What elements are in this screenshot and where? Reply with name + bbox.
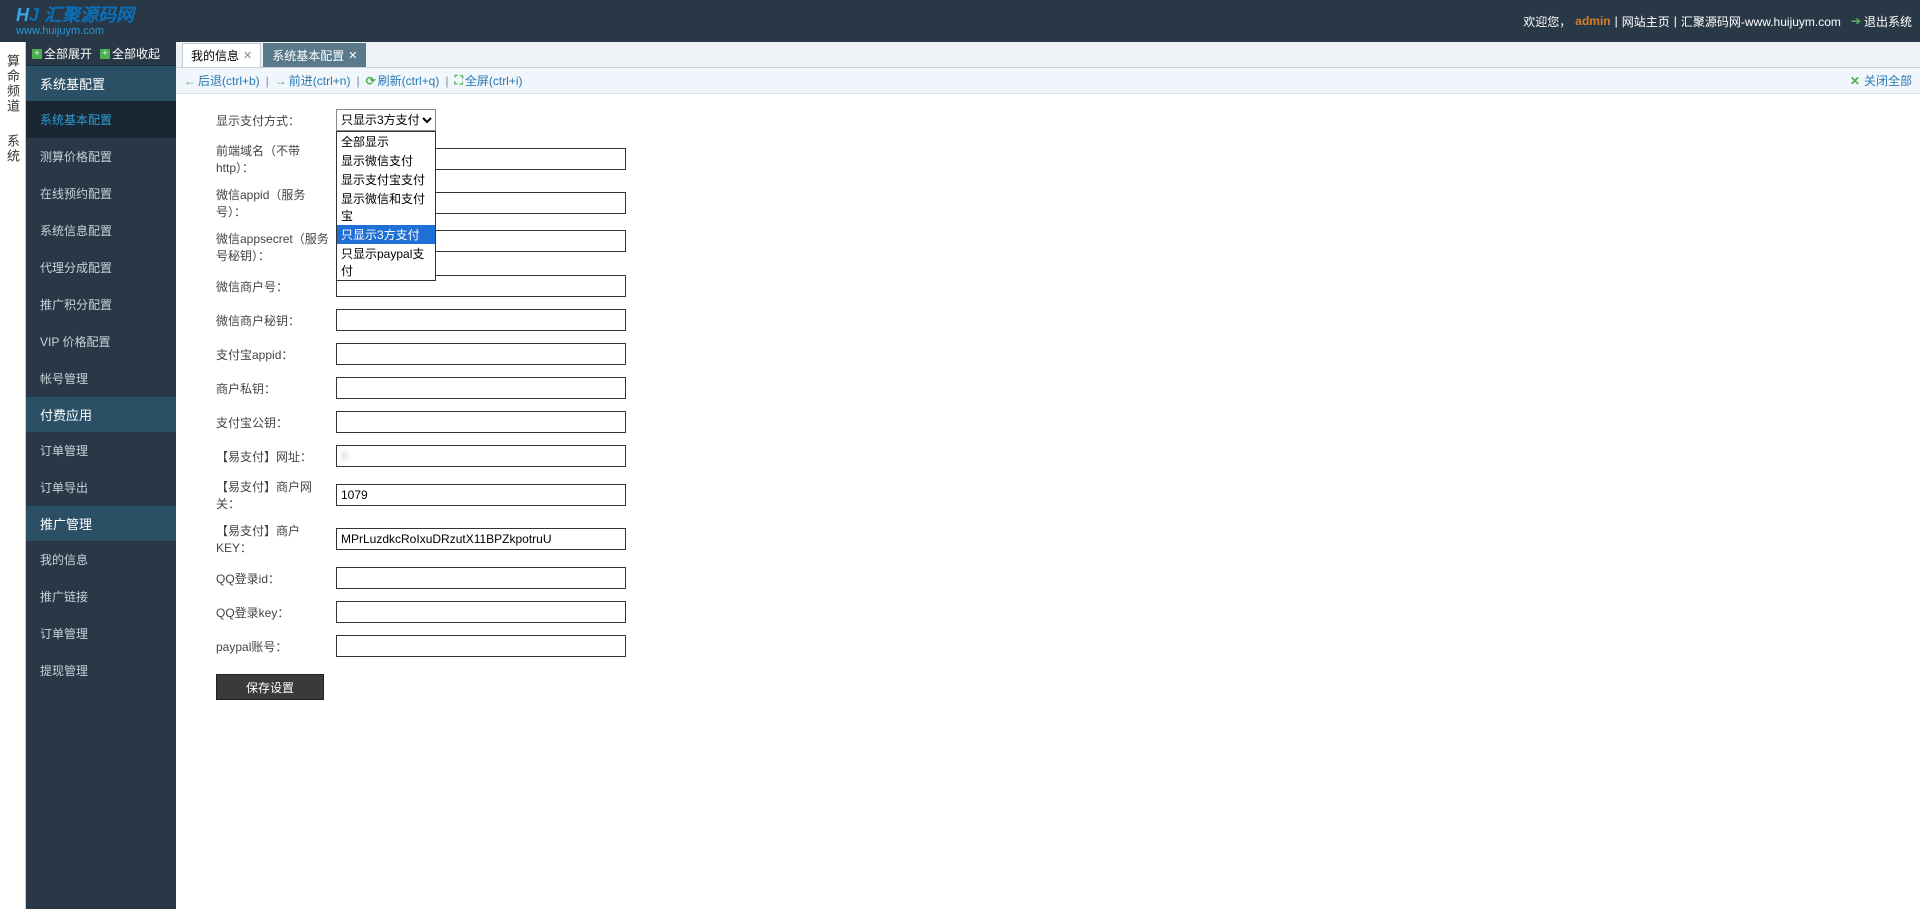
nav-section-system-config[interactable]: 系统基配置 [26, 66, 176, 101]
plus-icon: + [32, 49, 42, 59]
current-user: admin [1575, 14, 1610, 28]
label-ali-appid: 支付宝appid： [216, 346, 336, 363]
left-rail: 算命频道 系统 [0, 42, 26, 909]
label-wx-mch: 微信商户号： [216, 278, 336, 295]
sidebar-item-vip-config[interactable]: VIP 价格配置 [26, 323, 176, 360]
label-epay-url: 【易支付】网址： [216, 448, 336, 465]
forward-button[interactable]: →前进(ctrl+n) [275, 72, 351, 89]
qq-key-input[interactable] [336, 601, 626, 623]
pay-mode-select[interactable]: 只显示3方支付 [336, 109, 436, 131]
option-all[interactable]: 全部显示 [337, 132, 435, 151]
label-wx-appid: 微信appid（服务号）： [216, 186, 336, 220]
link-home[interactable]: 网站主页 [1622, 13, 1670, 30]
close-icon[interactable]: ✕ [243, 49, 252, 62]
arrow-left-icon: ← [184, 74, 196, 88]
rail-group-system[interactable]: 系统 [3, 134, 22, 164]
label-wx-secret: 微信appsecret（服务号秘钥）： [216, 230, 336, 264]
content: 我的信息✕ 系统基本配置✕ ←后退(ctrl+b) | →前进(ctrl+n) … [176, 42, 1920, 909]
welcome-text: 欢迎您， [1523, 13, 1571, 30]
expand-all-button[interactable]: +全部展开 [32, 45, 92, 62]
collapse-all-button[interactable]: +全部收起 [100, 45, 160, 62]
sidebar-item-basic-config[interactable]: 系统基本配置 [26, 101, 176, 138]
arrow-right-icon: → [275, 74, 287, 88]
tab-my-info[interactable]: 我的信息✕ [182, 43, 261, 67]
fullscreen-icon: ⛶ [454, 73, 462, 88]
brand-link[interactable]: 汇聚源码网-www.huijuym.com [1681, 13, 1841, 30]
pay-mode-dropdown: 全部显示 显示微信支付 显示支付宝支付 显示微信和支付宝 只显示3方支付 只显示… [336, 131, 436, 281]
tabs: 我的信息✕ 系统基本配置✕ [176, 42, 1920, 68]
wx-mch-key-input[interactable] [336, 309, 626, 331]
close-all-button[interactable]: ✕关闭全部 [1850, 72, 1912, 89]
form-area: 显示支付方式： 只显示3方支付 全部显示 显示微信支付 显示支付宝支付 显示微信… [176, 94, 1920, 909]
qq-id-input[interactable] [336, 567, 626, 589]
close-icon: ✕ [1850, 74, 1860, 88]
label-epay-key: 【易支付】商户KEY： [216, 522, 336, 556]
label-paypal: paypal账号： [216, 638, 336, 655]
logo: HJ 汇聚源码网 www.huijuym.com [16, 6, 134, 37]
topbar: HJ 汇聚源码网 www.huijuym.com 欢迎您， admin | 网站… [0, 0, 1920, 42]
sidebar-item-points-config[interactable]: 推广积分配置 [26, 286, 176, 323]
ali-appid-input[interactable] [336, 343, 626, 365]
sidebar-item-account[interactable]: 帐号管理 [26, 360, 176, 397]
nav-section-promo[interactable]: 推广管理 [26, 506, 176, 541]
option-paypal[interactable]: 只显示paypal支付 [337, 244, 435, 280]
epay-key-input[interactable] [336, 528, 626, 550]
epay-gw-input[interactable] [336, 484, 626, 506]
ali-pub-input[interactable] [336, 411, 626, 433]
label-ali-pub: 支付宝公钥： [216, 414, 336, 431]
logout-button[interactable]: ➔ 退出系统 [1851, 13, 1912, 30]
mch-priv-input[interactable] [336, 377, 626, 399]
label-qq-id: QQ登录id： [216, 570, 336, 587]
option-wechat[interactable]: 显示微信支付 [337, 151, 435, 170]
refresh-button[interactable]: ⟳刷新(ctrl+q) [366, 72, 440, 89]
tab-system-config[interactable]: 系统基本配置✕ [263, 43, 366, 67]
epay-url-input[interactable] [336, 445, 626, 467]
plus-icon: + [100, 49, 110, 59]
close-icon[interactable]: ✕ [348, 49, 357, 62]
sidebar-item-promo-link[interactable]: 推广链接 [26, 578, 176, 615]
sidebar-item-info-config[interactable]: 系统信息配置 [26, 212, 176, 249]
sidebar: +全部展开 +全部收起 系统基配置 系统基本配置 测算价格配置 在线预约配置 系… [26, 42, 176, 909]
label-pay-mode: 显示支付方式： [216, 112, 336, 129]
topbar-right: 欢迎您， admin | 网站主页 | 汇聚源码网-www.huijuym.co… [1523, 13, 1912, 30]
sidebar-item-order-export[interactable]: 订单导出 [26, 469, 176, 506]
expand-bar: +全部展开 +全部收起 [26, 42, 176, 66]
sidebar-item-withdraw[interactable]: 提现管理 [26, 652, 176, 689]
option-third-party[interactable]: 只显示3方支付 [337, 225, 435, 244]
refresh-icon: ⟳ [366, 74, 376, 88]
save-button[interactable]: 保存设置 [216, 674, 324, 700]
label-domain: 前端域名（不带http）： [216, 142, 336, 176]
sidebar-item-price-config[interactable]: 测算价格配置 [26, 138, 176, 175]
sidebar-item-promo-orders[interactable]: 订单管理 [26, 615, 176, 652]
nav-section-paid-apps[interactable]: 付费应用 [26, 397, 176, 432]
sidebar-item-my-info[interactable]: 我的信息 [26, 541, 176, 578]
toolbar: ←后退(ctrl+b) | →前进(ctrl+n) | ⟳刷新(ctrl+q) … [176, 68, 1920, 94]
back-button[interactable]: ←后退(ctrl+b) [184, 72, 260, 89]
sidebar-item-booking-config[interactable]: 在线预约配置 [26, 175, 176, 212]
sidebar-item-orders[interactable]: 订单管理 [26, 432, 176, 469]
option-alipay[interactable]: 显示支付宝支付 [337, 170, 435, 189]
label-epay-gw: 【易支付】商户网关： [216, 478, 336, 512]
rail-group-fortune[interactable]: 算命频道 [3, 54, 22, 114]
label-mch-priv: 商户私钥： [216, 380, 336, 397]
sidebar-item-agent-config[interactable]: 代理分成配置 [26, 249, 176, 286]
paypal-input[interactable] [336, 635, 626, 657]
fullscreen-button[interactable]: ⛶全屏(ctrl+i) [454, 72, 522, 89]
label-wx-mch-key: 微信商户秘钥： [216, 312, 336, 329]
arrow-right-icon: ➔ [1851, 14, 1861, 28]
label-qq-key: QQ登录key： [216, 604, 336, 621]
option-wechat-alipay[interactable]: 显示微信和支付宝 [337, 189, 435, 225]
